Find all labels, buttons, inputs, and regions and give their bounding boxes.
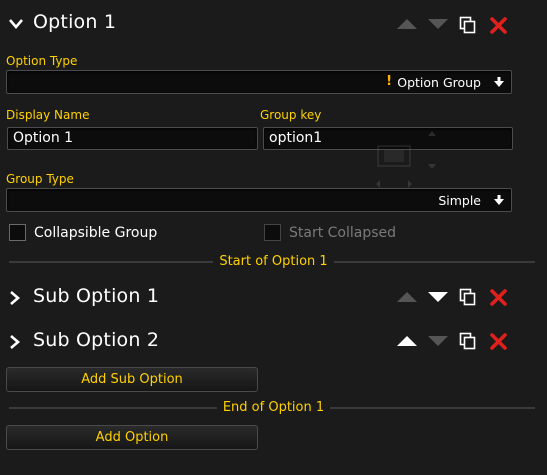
- end-divider: End of Option 1: [0, 400, 547, 415]
- exclamation-icon: !: [386, 74, 392, 89]
- group-key-value: option1: [269, 130, 323, 146]
- delete-x-icon[interactable]: [489, 16, 508, 35]
- start-collapsed-label: Start Collapsed: [289, 225, 397, 241]
- option-type-value: Option Group: [397, 75, 481, 90]
- arrow-up-icon[interactable]: [396, 335, 418, 347]
- arrow-up-icon[interactable]: [396, 18, 418, 30]
- chevron-right-icon[interactable]: [9, 334, 21, 350]
- collapsible-group-checkbox[interactable]: [9, 224, 26, 241]
- dropdown-arrow-icon[interactable]: [493, 194, 505, 206]
- duplicate-icon[interactable]: [459, 288, 476, 306]
- display-name-input[interactable]: Option 1: [7, 127, 258, 150]
- start-divider: Start of Option 1: [0, 254, 547, 269]
- arrow-down-icon[interactable]: [427, 335, 449, 347]
- group-type-value: Simple: [438, 193, 481, 208]
- duplicate-icon[interactable]: [459, 16, 476, 34]
- arrow-up-icon[interactable]: [396, 291, 418, 303]
- sub-option-title: Sub Option 1: [33, 285, 160, 307]
- add-sub-option-button[interactable]: Add Sub Option: [6, 367, 258, 392]
- option-type-dropdown[interactable]: ! Option Group: [6, 70, 512, 94]
- delete-x-icon[interactable]: [489, 332, 508, 351]
- delete-x-icon[interactable]: [489, 288, 508, 307]
- end-divider-label: End of Option 1: [216, 400, 331, 415]
- arrow-down-icon[interactable]: [427, 18, 449, 30]
- start-divider-label: Start of Option 1: [213, 254, 334, 269]
- option-header[interactable]: Option 1: [0, 8, 547, 40]
- duplicate-icon[interactable]: [459, 332, 476, 350]
- display-name-label: Display Name: [6, 108, 90, 122]
- option-type-label: Option Type: [6, 54, 78, 68]
- group-type-dropdown[interactable]: Simple: [6, 188, 512, 212]
- sub-option-row[interactable]: Sub Option 2: [0, 327, 547, 355]
- start-collapsed-checkbox[interactable]: [264, 224, 281, 241]
- group-key-label: Group key: [260, 108, 322, 122]
- option-title: Option 1: [33, 11, 117, 33]
- chevron-right-icon[interactable]: [9, 290, 21, 306]
- chevron-down-icon[interactable]: [8, 18, 24, 30]
- arrow-down-icon[interactable]: [427, 291, 449, 303]
- dropdown-arrow-icon[interactable]: [493, 76, 505, 88]
- group-type-label: Group Type: [6, 172, 74, 186]
- sub-option-title: Sub Option 2: [33, 329, 160, 351]
- add-option-button[interactable]: Add Option: [6, 425, 258, 450]
- display-name-value: Option 1: [13, 130, 74, 146]
- move-handle-icon: [376, 131, 436, 188]
- sub-option-row[interactable]: Sub Option 1: [0, 283, 547, 311]
- collapsible-group-label: Collapsible Group: [34, 225, 158, 241]
